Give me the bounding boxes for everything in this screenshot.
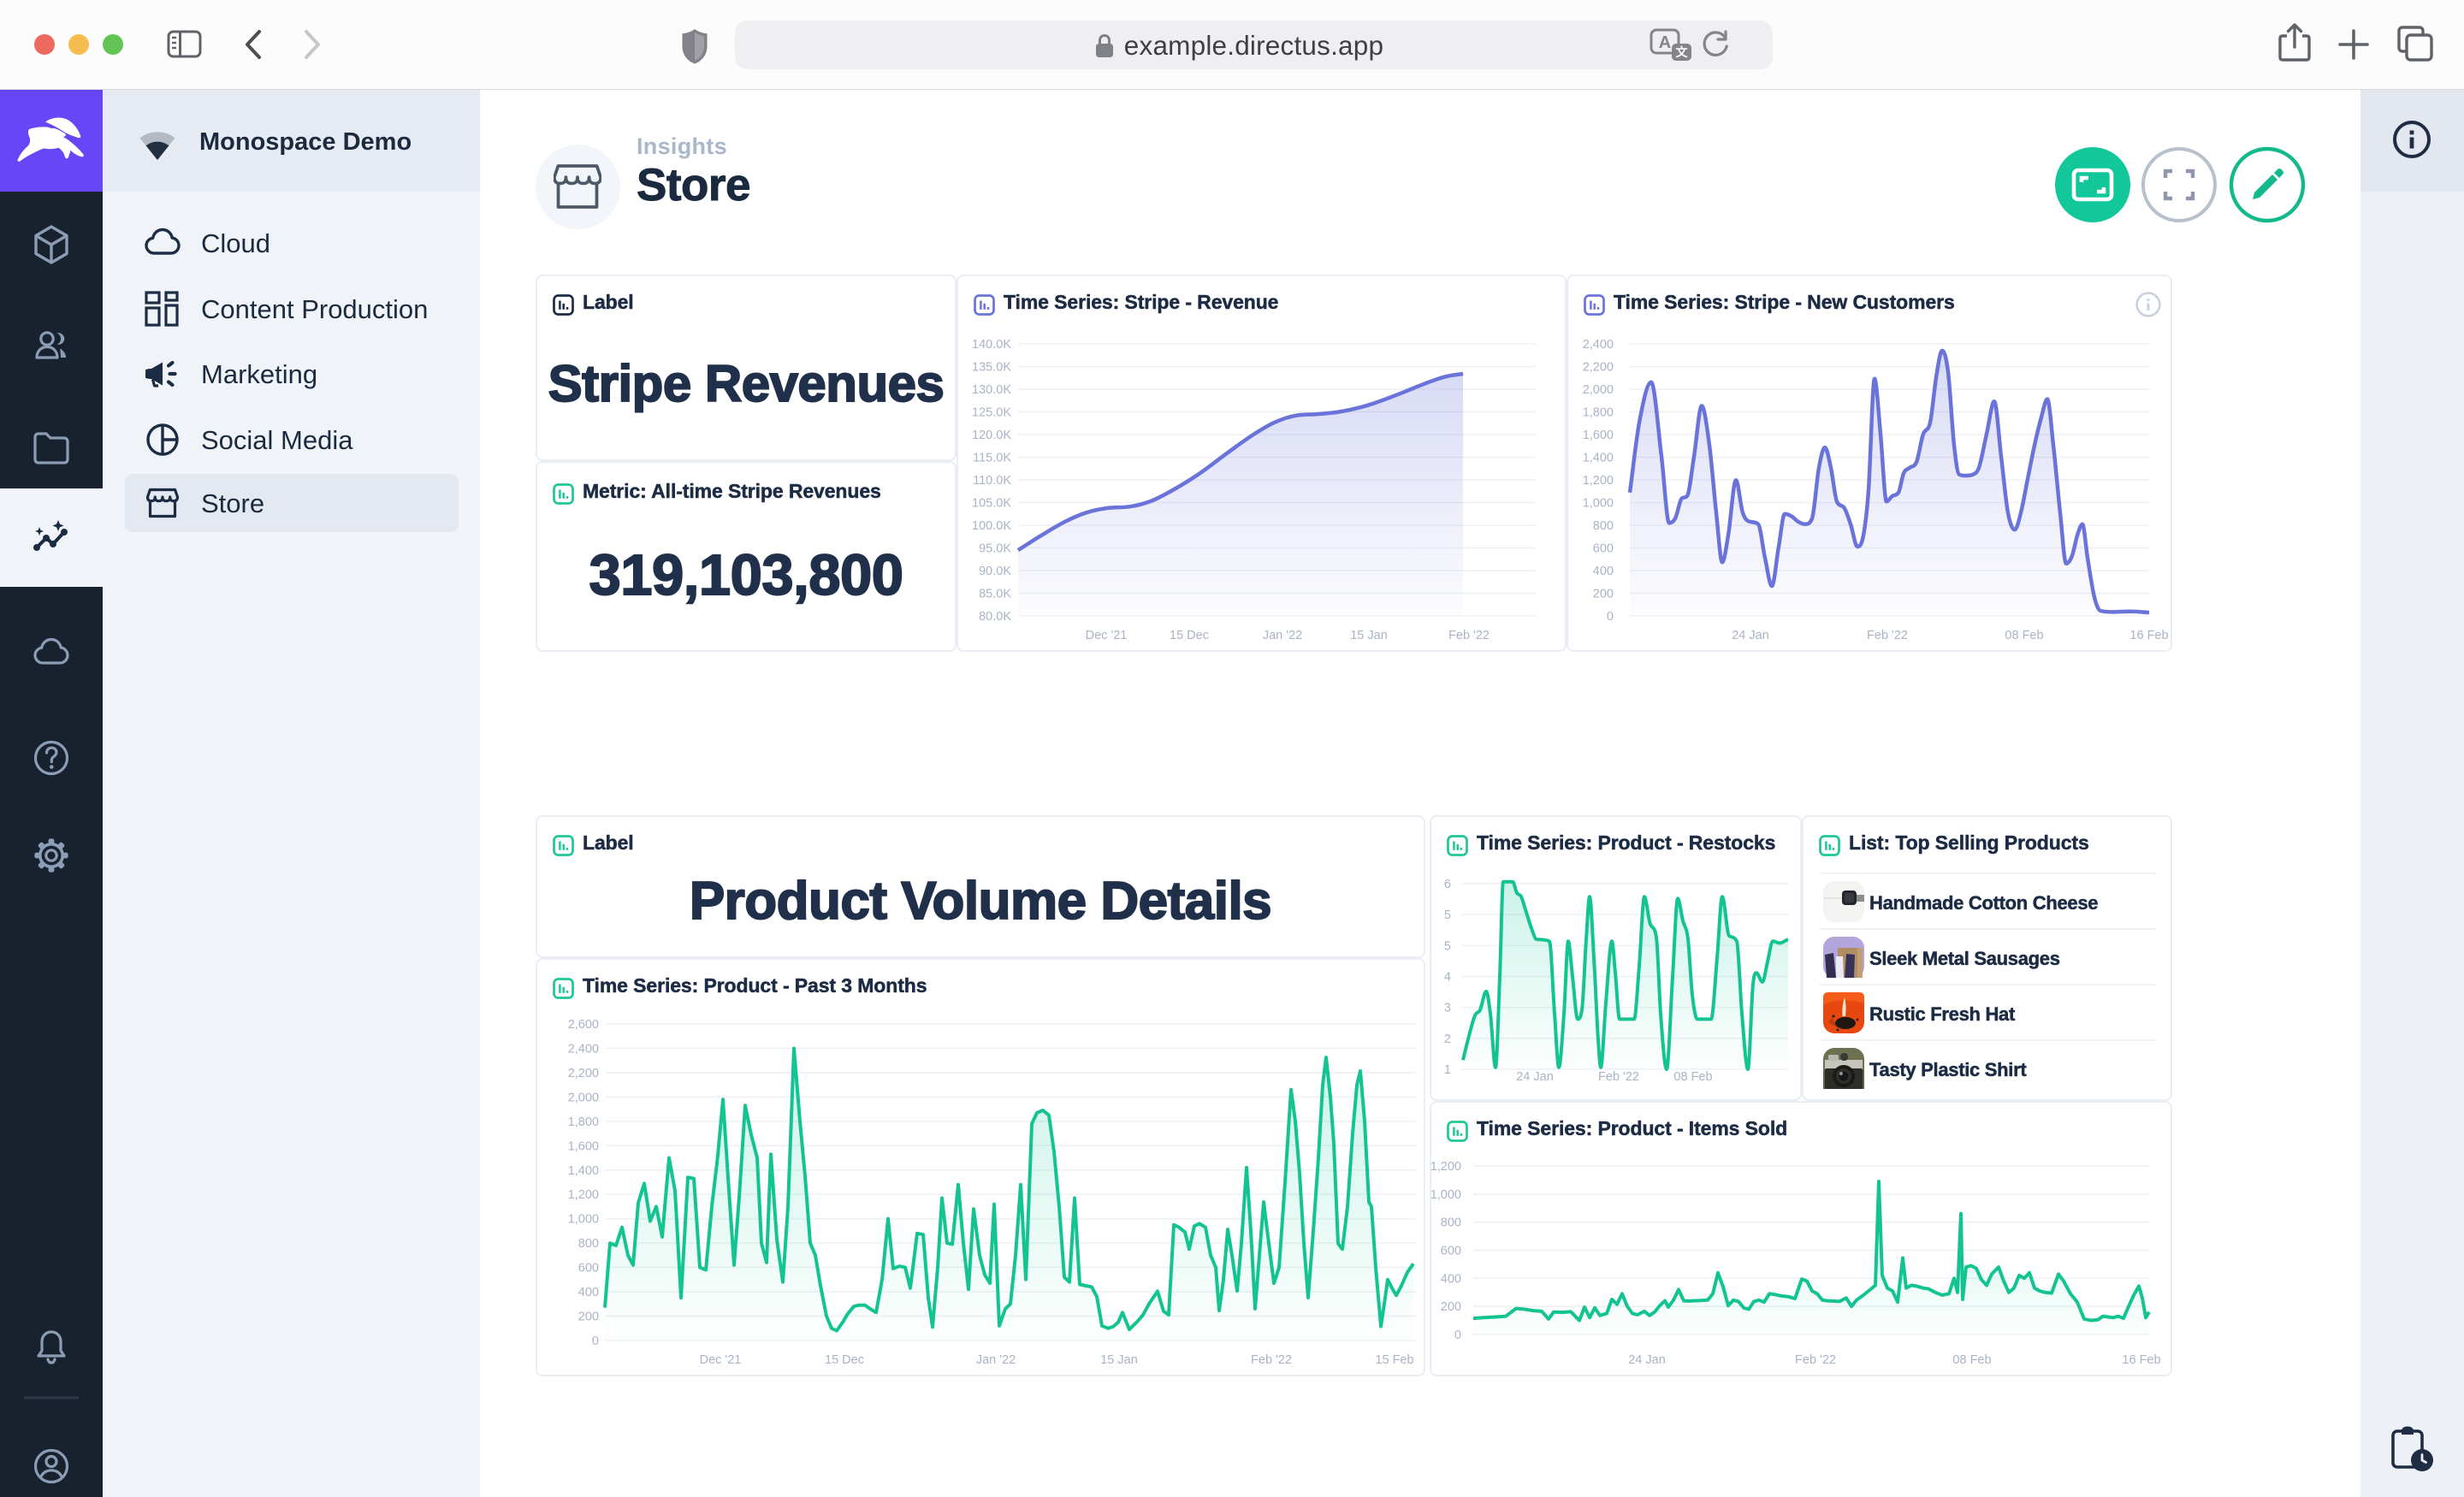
svg-text:1,000: 1,000 <box>1583 497 1614 511</box>
svg-text:130.0K: 130.0K <box>972 383 1011 397</box>
svg-text:120.0K: 120.0K <box>972 429 1011 442</box>
svg-text:200: 200 <box>578 1311 599 1324</box>
svg-text:08 Feb: 08 Feb <box>2005 629 2043 642</box>
svg-text:105.0K: 105.0K <box>972 497 1011 511</box>
svg-text:24 Jan: 24 Jan <box>1516 1070 1554 1084</box>
svg-text:800: 800 <box>1593 519 1614 533</box>
svg-text:400: 400 <box>1593 565 1614 578</box>
svg-text:Dec '21: Dec '21 <box>1086 629 1128 642</box>
svg-text:16 Feb: 16 Feb <box>2122 1353 2160 1367</box>
svg-text:15 Feb: 15 Feb <box>1375 1353 1413 1367</box>
svg-text:0: 0 <box>1454 1328 1461 1342</box>
svg-text:1,400: 1,400 <box>568 1164 599 1178</box>
svg-text:600: 600 <box>578 1262 599 1275</box>
svg-text:1,800: 1,800 <box>1583 406 1614 420</box>
svg-text:115.0K: 115.0K <box>973 452 1011 465</box>
svg-text:2,400: 2,400 <box>568 1043 599 1056</box>
svg-text:15 Dec: 15 Dec <box>825 1353 864 1367</box>
svg-text:1,200: 1,200 <box>1583 474 1614 488</box>
svg-text:0: 0 <box>1607 610 1614 624</box>
svg-text:1,200: 1,200 <box>1430 1160 1461 1174</box>
svg-text:400: 400 <box>1441 1272 1461 1286</box>
svg-text:Dec '21: Dec '21 <box>700 1353 742 1367</box>
svg-text:800: 800 <box>1441 1216 1461 1230</box>
svg-text:600: 600 <box>1441 1245 1461 1258</box>
svg-text:1,800: 1,800 <box>568 1115 599 1129</box>
svg-text:Jan '22: Jan '22 <box>1263 629 1302 642</box>
svg-text:Feb '22: Feb '22 <box>1448 629 1490 642</box>
svg-text:1,000: 1,000 <box>1430 1188 1461 1202</box>
svg-text:Jan '22: Jan '22 <box>976 1353 1016 1367</box>
svg-text:100.0K: 100.0K <box>972 519 1011 533</box>
svg-text:2,600: 2,600 <box>568 1018 599 1032</box>
svg-text:24 Jan: 24 Jan <box>1732 629 1769 642</box>
svg-text:1,400: 1,400 <box>1583 452 1614 465</box>
svg-text:0: 0 <box>592 1334 599 1348</box>
svg-text:4: 4 <box>1444 971 1451 985</box>
svg-text:5: 5 <box>1444 908 1451 922</box>
svg-text:400: 400 <box>578 1286 599 1299</box>
svg-text:24 Jan: 24 Jan <box>1628 1353 1666 1367</box>
svg-text:5: 5 <box>1444 939 1451 953</box>
svg-text:2,400: 2,400 <box>1583 338 1614 352</box>
svg-text:2,200: 2,200 <box>568 1067 599 1080</box>
svg-text:140.0K: 140.0K <box>972 338 1011 352</box>
svg-text:Feb '22: Feb '22 <box>1251 1353 1292 1367</box>
svg-text:1,600: 1,600 <box>568 1139 599 1153</box>
svg-text:135.0K: 135.0K <box>972 361 1011 375</box>
svg-text:90.0K: 90.0K <box>979 565 1011 578</box>
svg-text:1,000: 1,000 <box>568 1213 599 1227</box>
svg-text:2: 2 <box>1444 1033 1451 1046</box>
svg-text:1,600: 1,600 <box>1583 429 1614 442</box>
svg-text:110.0K: 110.0K <box>973 474 1011 488</box>
svg-text:95.0K: 95.0K <box>979 542 1011 556</box>
svg-text:2,200: 2,200 <box>1583 361 1614 375</box>
svg-text:08 Feb: 08 Feb <box>1952 1353 1991 1367</box>
svg-text:15 Dec: 15 Dec <box>1170 629 1209 642</box>
svg-text:Feb '22: Feb '22 <box>1867 629 1908 642</box>
svg-text:600: 600 <box>1593 542 1614 556</box>
svg-text:3: 3 <box>1444 1002 1451 1015</box>
svg-text:85.0K: 85.0K <box>979 588 1011 601</box>
svg-text:2,000: 2,000 <box>568 1091 599 1104</box>
svg-text:800: 800 <box>578 1237 599 1251</box>
svg-text:200: 200 <box>1441 1300 1461 1314</box>
svg-text:6: 6 <box>1444 878 1451 891</box>
svg-text:80.0K: 80.0K <box>979 610 1011 624</box>
svg-text:2,000: 2,000 <box>1583 383 1614 397</box>
svg-text:Feb '22: Feb '22 <box>1598 1070 1639 1084</box>
svg-text:1: 1 <box>1444 1063 1451 1077</box>
svg-text:200: 200 <box>1593 588 1614 601</box>
svg-text:15 Jan: 15 Jan <box>1350 629 1388 642</box>
svg-text:Feb '22: Feb '22 <box>1795 1353 1836 1367</box>
svg-text:125.0K: 125.0K <box>972 406 1011 420</box>
svg-text:16 Feb: 16 Feb <box>2129 629 2168 642</box>
svg-text:1,200: 1,200 <box>568 1188 599 1202</box>
svg-text:15 Jan: 15 Jan <box>1100 1353 1138 1367</box>
svg-text:08 Feb: 08 Feb <box>1673 1070 1712 1084</box>
